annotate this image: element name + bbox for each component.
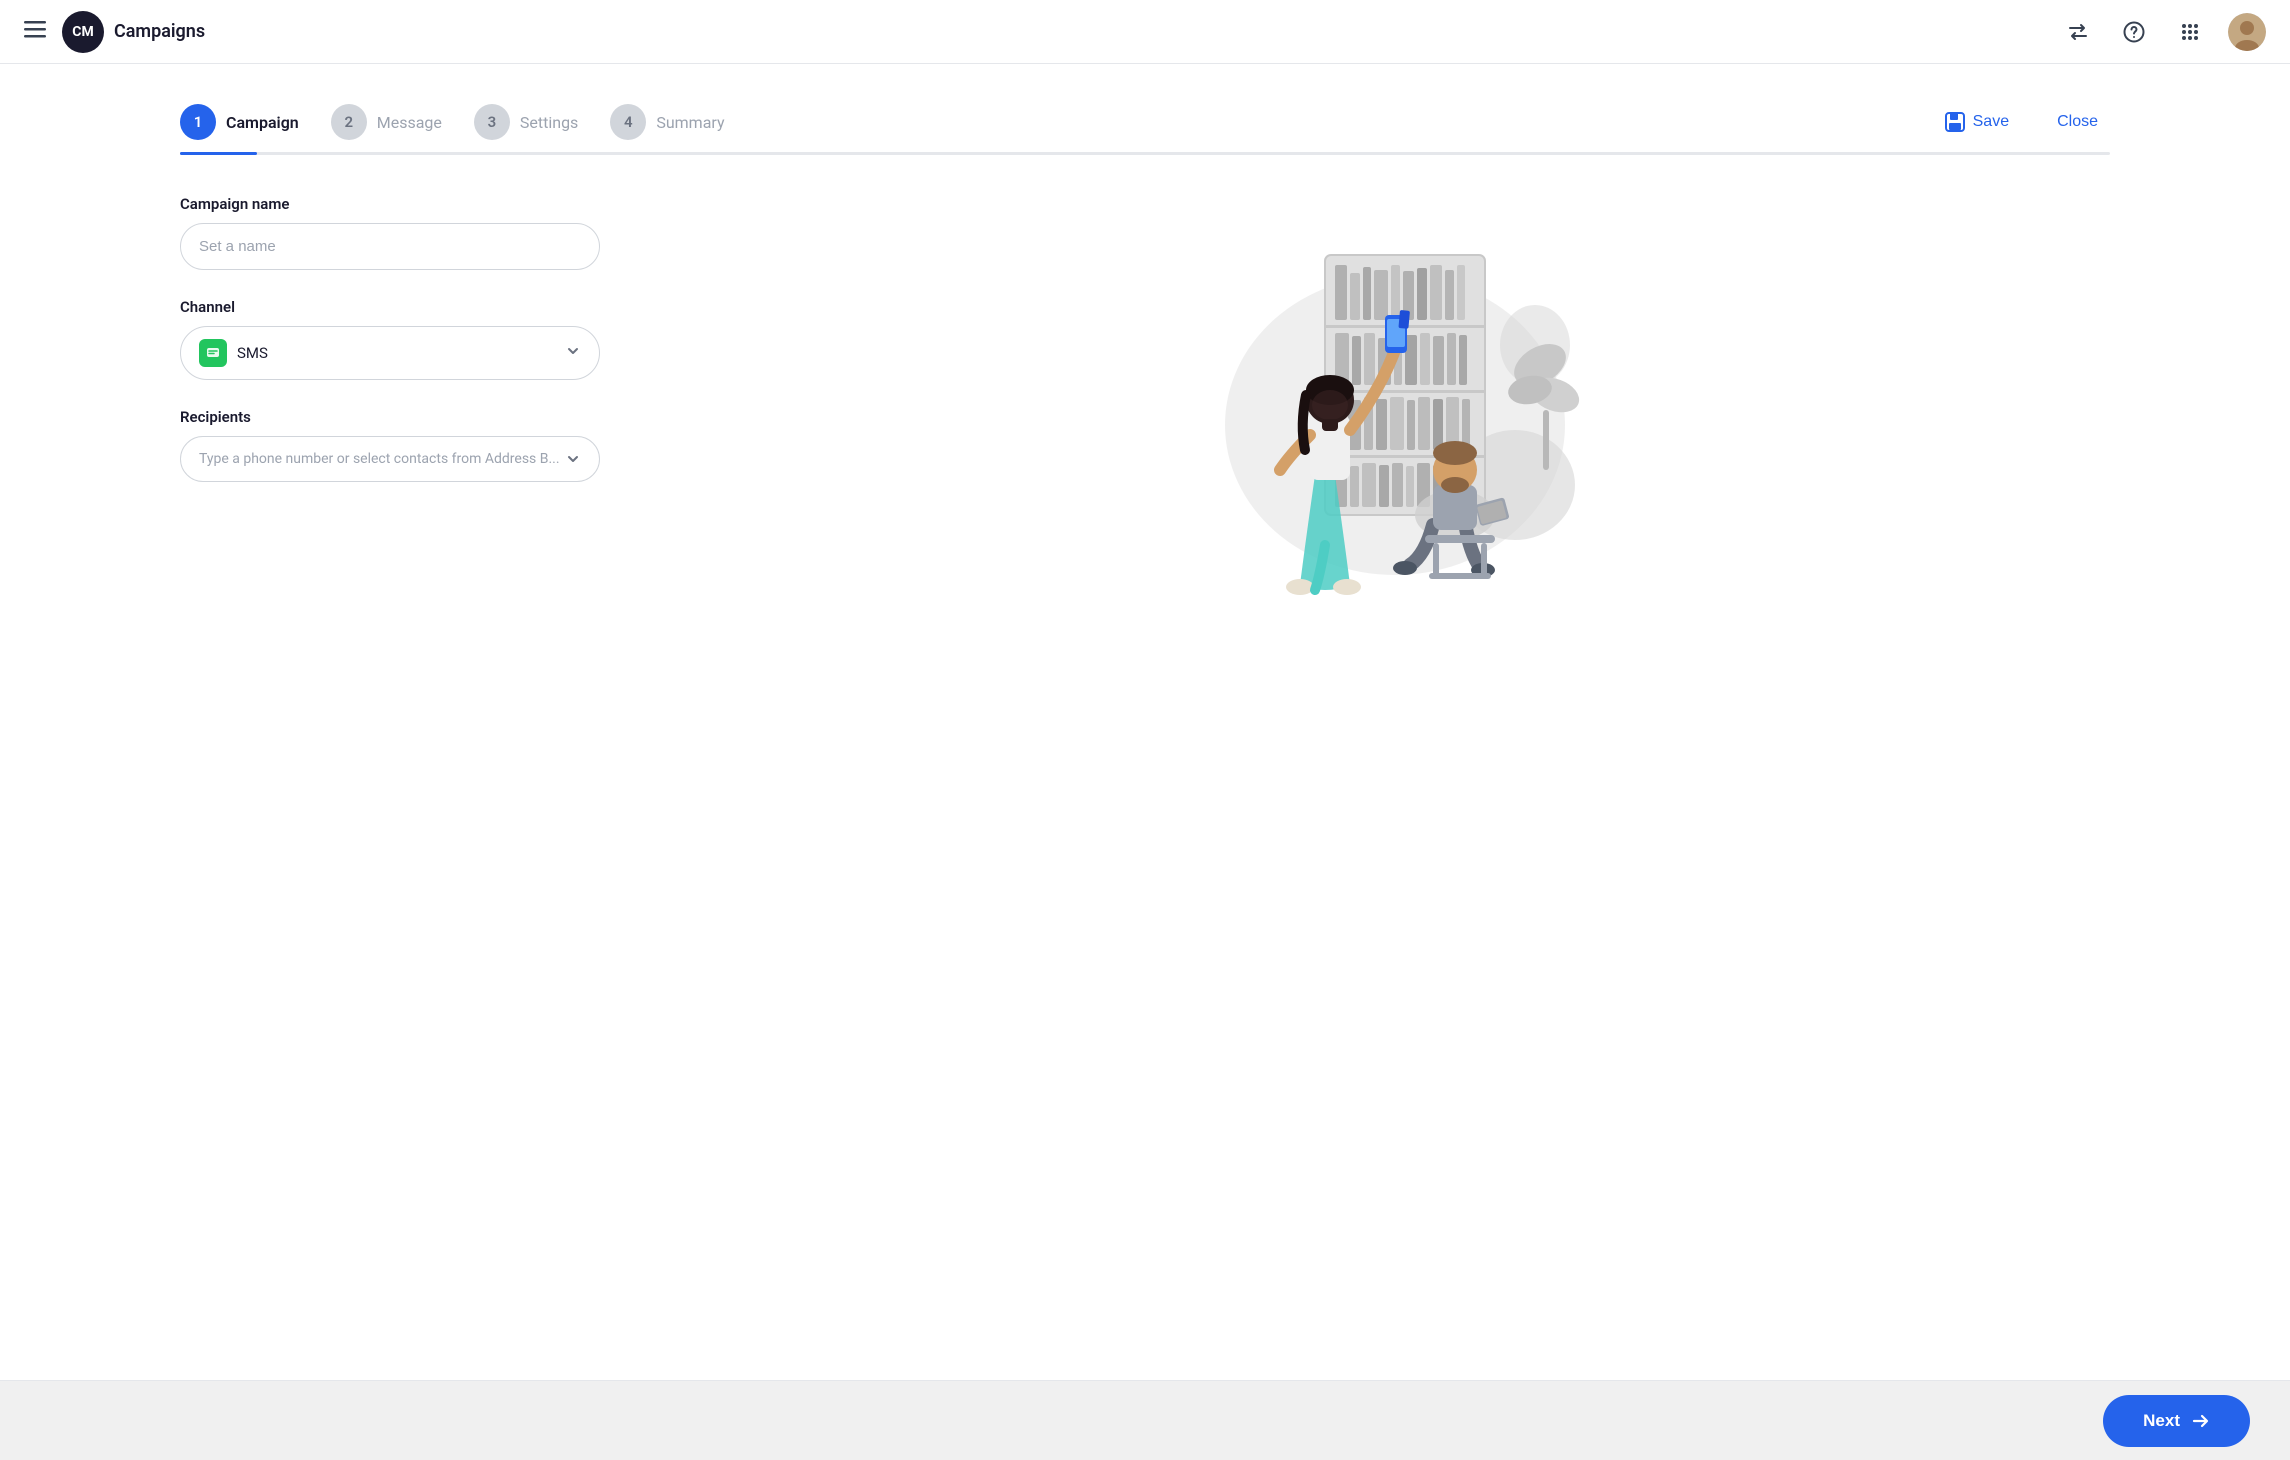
recipients-select[interactable]: Type a phone number or select contacts f… (180, 436, 600, 482)
hero-illustration (1185, 195, 1605, 615)
campaign-name-group: Campaign name (180, 195, 600, 270)
close-button[interactable]: Close (2045, 105, 2110, 139)
recipients-group: Recipients Type a phone number or select… (180, 408, 600, 482)
nav-left: CM Campaigns (24, 11, 205, 53)
campaign-name-input[interactable] (180, 223, 600, 270)
step-2-circle: 2 (331, 104, 367, 140)
logo: CM Campaigns (62, 11, 205, 53)
step-summary[interactable]: 4 Summary (610, 104, 724, 140)
avatar[interactable] (2228, 13, 2266, 51)
app-title: Campaigns (114, 21, 205, 42)
help-icon[interactable] (2116, 14, 2152, 50)
channel-chevron-icon (565, 343, 581, 363)
step-message[interactable]: 2 Message (331, 104, 442, 140)
main-content: 1 Campaign 2 Message 3 Settings 4 (0, 64, 2290, 1380)
stepper-actions: Save Close (1933, 104, 2110, 140)
progress-bar-track (180, 152, 2110, 155)
next-button[interactable]: Next (2103, 1395, 2250, 1447)
illustration-area (680, 195, 2110, 615)
bottom-bar: Next (0, 1380, 2290, 1460)
step-3-label: Settings (520, 113, 578, 132)
step-campaign[interactable]: 1 Campaign (180, 104, 299, 140)
step-settings[interactable]: 3 Settings (474, 104, 578, 140)
channel-label: Channel (180, 298, 600, 316)
channel-select[interactable]: SMS (180, 326, 600, 380)
step-4-circle: 4 (610, 104, 646, 140)
next-arrow-icon (2190, 1411, 2210, 1431)
step-1-label: Campaign (226, 113, 299, 132)
step-1-circle: 1 (180, 104, 216, 140)
progress-bar-container (0, 152, 2290, 155)
recipients-label: Recipients (180, 408, 600, 426)
campaign-name-label: Campaign name (180, 195, 600, 213)
form-area: Campaign name Channel SMS (0, 195, 2290, 615)
grid-icon[interactable] (2172, 14, 2208, 50)
stepper-steps: 1 Campaign 2 Message 3 Settings 4 (180, 104, 757, 140)
step-2-label: Message (377, 113, 442, 132)
recipients-placeholder: Type a phone number or select contacts f… (199, 451, 560, 467)
hamburger-icon[interactable] (24, 18, 46, 45)
nav-right (2060, 13, 2266, 51)
recipients-chevron-icon (565, 451, 581, 467)
transfer-icon[interactable] (2060, 14, 2096, 50)
save-button[interactable]: Save (1933, 104, 2021, 140)
step-3-circle: 3 (474, 104, 510, 140)
logo-icon: CM (62, 11, 104, 53)
channel-group: Channel SMS (180, 298, 600, 380)
top-navigation: CM Campaigns (0, 0, 2290, 64)
channel-select-wrapper: SMS (180, 326, 600, 380)
progress-bar-fill (180, 152, 257, 155)
stepper: 1 Campaign 2 Message 3 Settings 4 (0, 104, 2290, 140)
campaign-form: Campaign name Channel SMS (180, 195, 600, 510)
step-4-label: Summary (656, 113, 724, 132)
save-icon (1945, 112, 1965, 132)
sms-icon (199, 339, 227, 367)
